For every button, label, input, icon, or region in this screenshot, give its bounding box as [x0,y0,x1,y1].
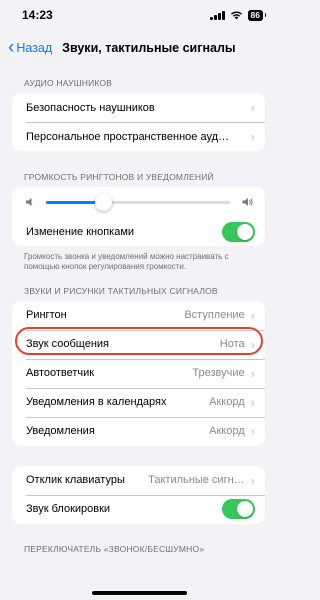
ringer-volume-slider[interactable] [46,193,230,211]
text-tone-row[interactable]: Звук сообщения Нота › [12,329,265,359]
calendar-alerts-row[interactable]: Уведомления в календарях Аккорд › [12,387,265,417]
battery-icon: 86 [247,9,267,21]
home-indicator [91,591,187,595]
speaker-high-icon [242,198,253,206]
chevron-right-icon: › [250,307,255,323]
volume-group: Изменение кнопками [12,187,265,246]
row-label: Безопасность наушников [26,101,155,114]
row-label: Уведомления в календарях [26,396,167,409]
lock-sound-row: Звук блокировки [12,494,265,524]
row-value: Тактильные сигн… [148,474,245,487]
row-label: Звук блокировки [26,503,111,516]
row-value: Аккорд [209,396,245,409]
row-label: Персональное пространственное ауд… [26,130,229,143]
chevron-right-icon: › [250,423,255,439]
sounds-section-header: ЗВУКИ И РИСУНКИ ТАКТИЛЬНЫХ СИГНАЛОВ [24,285,218,296]
ringer-volume-slider-row [12,187,265,217]
back-label: Назад [16,41,53,55]
chevron-right-icon: › [250,365,255,381]
chevron-right-icon: › [250,129,255,144]
navigation-bar: ‹ Назад Звуки, тактильные сигналы [0,30,277,66]
change-with-buttons-toggle[interactable] [222,221,255,242]
ring-silent-section-header: ПЕРЕКЛЮЧАТЕЛЬ «ЗВОНОК/БЕСШУМНО» [24,543,205,554]
reminder-alerts-row[interactable]: Уведомления Аккорд › [12,416,265,446]
volume-section-header: ГРОМКОСТЬ РИНГТОНОВ И УВЕДОМЛЕНИЙ [24,172,214,182]
keyboard-feedback-row[interactable]: Отклик клавиатуры Тактильные сигн… › [12,466,265,495]
sounds-group: Рингтон Вступление › Звук сообщения Нота… [12,300,265,446]
status-bar: 14:23 86 [0,0,277,30]
ringtone-row[interactable]: Рингтон Вступление › [12,301,265,330]
cellular-signal-icon [210,10,225,20]
change-with-buttons-row: Изменение кнопками [12,217,265,246]
chevron-left-icon: ‹ [8,36,15,58]
headphones-section-header: АУДИО НАУШНИКОВ [24,78,113,88]
voicemail-row[interactable]: Автоответчик Трезвучие › [12,358,265,388]
row-label: Изменение кнопками [26,225,135,238]
page-title: Звуки, тактильные сигналы [62,41,236,55]
row-label: Автоответчик [26,367,95,380]
row-value: Аккорд [209,425,245,438]
headphones-group: Безопасность наушников › Персональное пр… [12,93,265,151]
row-label: Звук сообщения [26,338,109,351]
headphone-safety-row[interactable]: Безопасность наушников › [12,93,265,122]
status-icons: 86 [210,9,267,21]
lock-sound-toggle[interactable] [222,499,255,520]
row-value: Трезвучие [192,367,245,380]
row-label: Отклик клавиатуры [26,474,125,487]
row-label: Рингтон [26,309,67,322]
chevron-right-icon: › [250,394,255,410]
chevron-right-icon: › [250,472,255,488]
status-time: 14:23 [22,8,53,22]
chevron-right-icon: › [250,336,255,352]
row-value: Вступление [184,309,245,322]
volume-footnote: Громкость звонка и уведомлений можно нас… [24,252,229,272]
volume-slider-thumb[interactable] [95,193,113,211]
keyboard-group: Отклик клавиатуры Тактильные сигн… › Зву… [12,465,265,524]
row-label: Уведомления [26,425,95,438]
speaker-low-icon [26,198,32,206]
back-button[interactable]: ‹ Назад [8,36,53,58]
row-value: Нота [219,338,245,351]
wifi-icon [230,11,242,20]
chevron-right-icon: › [250,100,255,115]
spatial-audio-row[interactable]: Персональное пространственное ауд… › [12,122,265,151]
